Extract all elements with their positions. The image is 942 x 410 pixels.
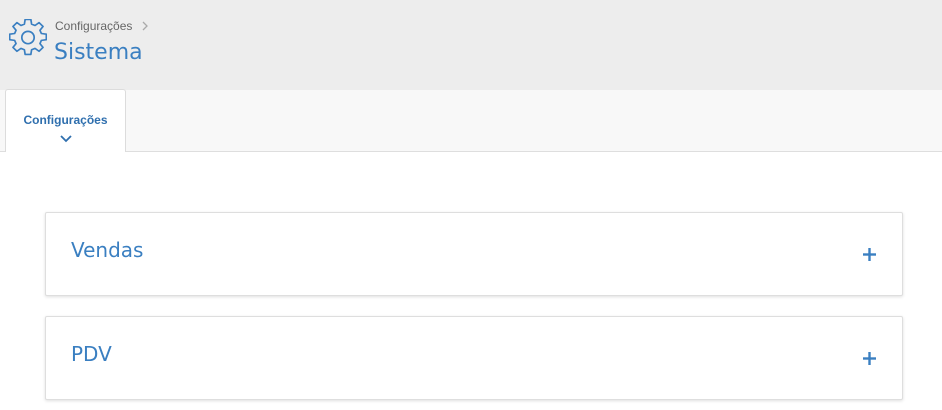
main-content: Vendas PDV: [0, 152, 942, 410]
page-header: Configurações Sistema: [0, 0, 942, 90]
tab-label: Configurações: [23, 113, 108, 127]
panel-pdv[interactable]: PDV: [45, 316, 903, 400]
plus-icon[interactable]: [862, 247, 877, 262]
tab-configuracoes[interactable]: Configurações: [5, 89, 126, 153]
breadcrumb: Configurações: [55, 19, 149, 33]
tab-bar: Configurações: [0, 89, 942, 153]
panel-title: PDV: [71, 342, 112, 366]
plus-icon[interactable]: [862, 351, 877, 366]
panel-title: Vendas: [71, 238, 144, 262]
panel-vendas[interactable]: Vendas: [45, 212, 903, 296]
chevron-right-icon: [142, 21, 149, 31]
chevron-down-icon: [59, 135, 72, 143]
breadcrumb-item-configuracoes[interactable]: Configurações: [55, 19, 132, 33]
gear-icon: [9, 19, 47, 56]
page-title: Sistema: [54, 40, 143, 65]
